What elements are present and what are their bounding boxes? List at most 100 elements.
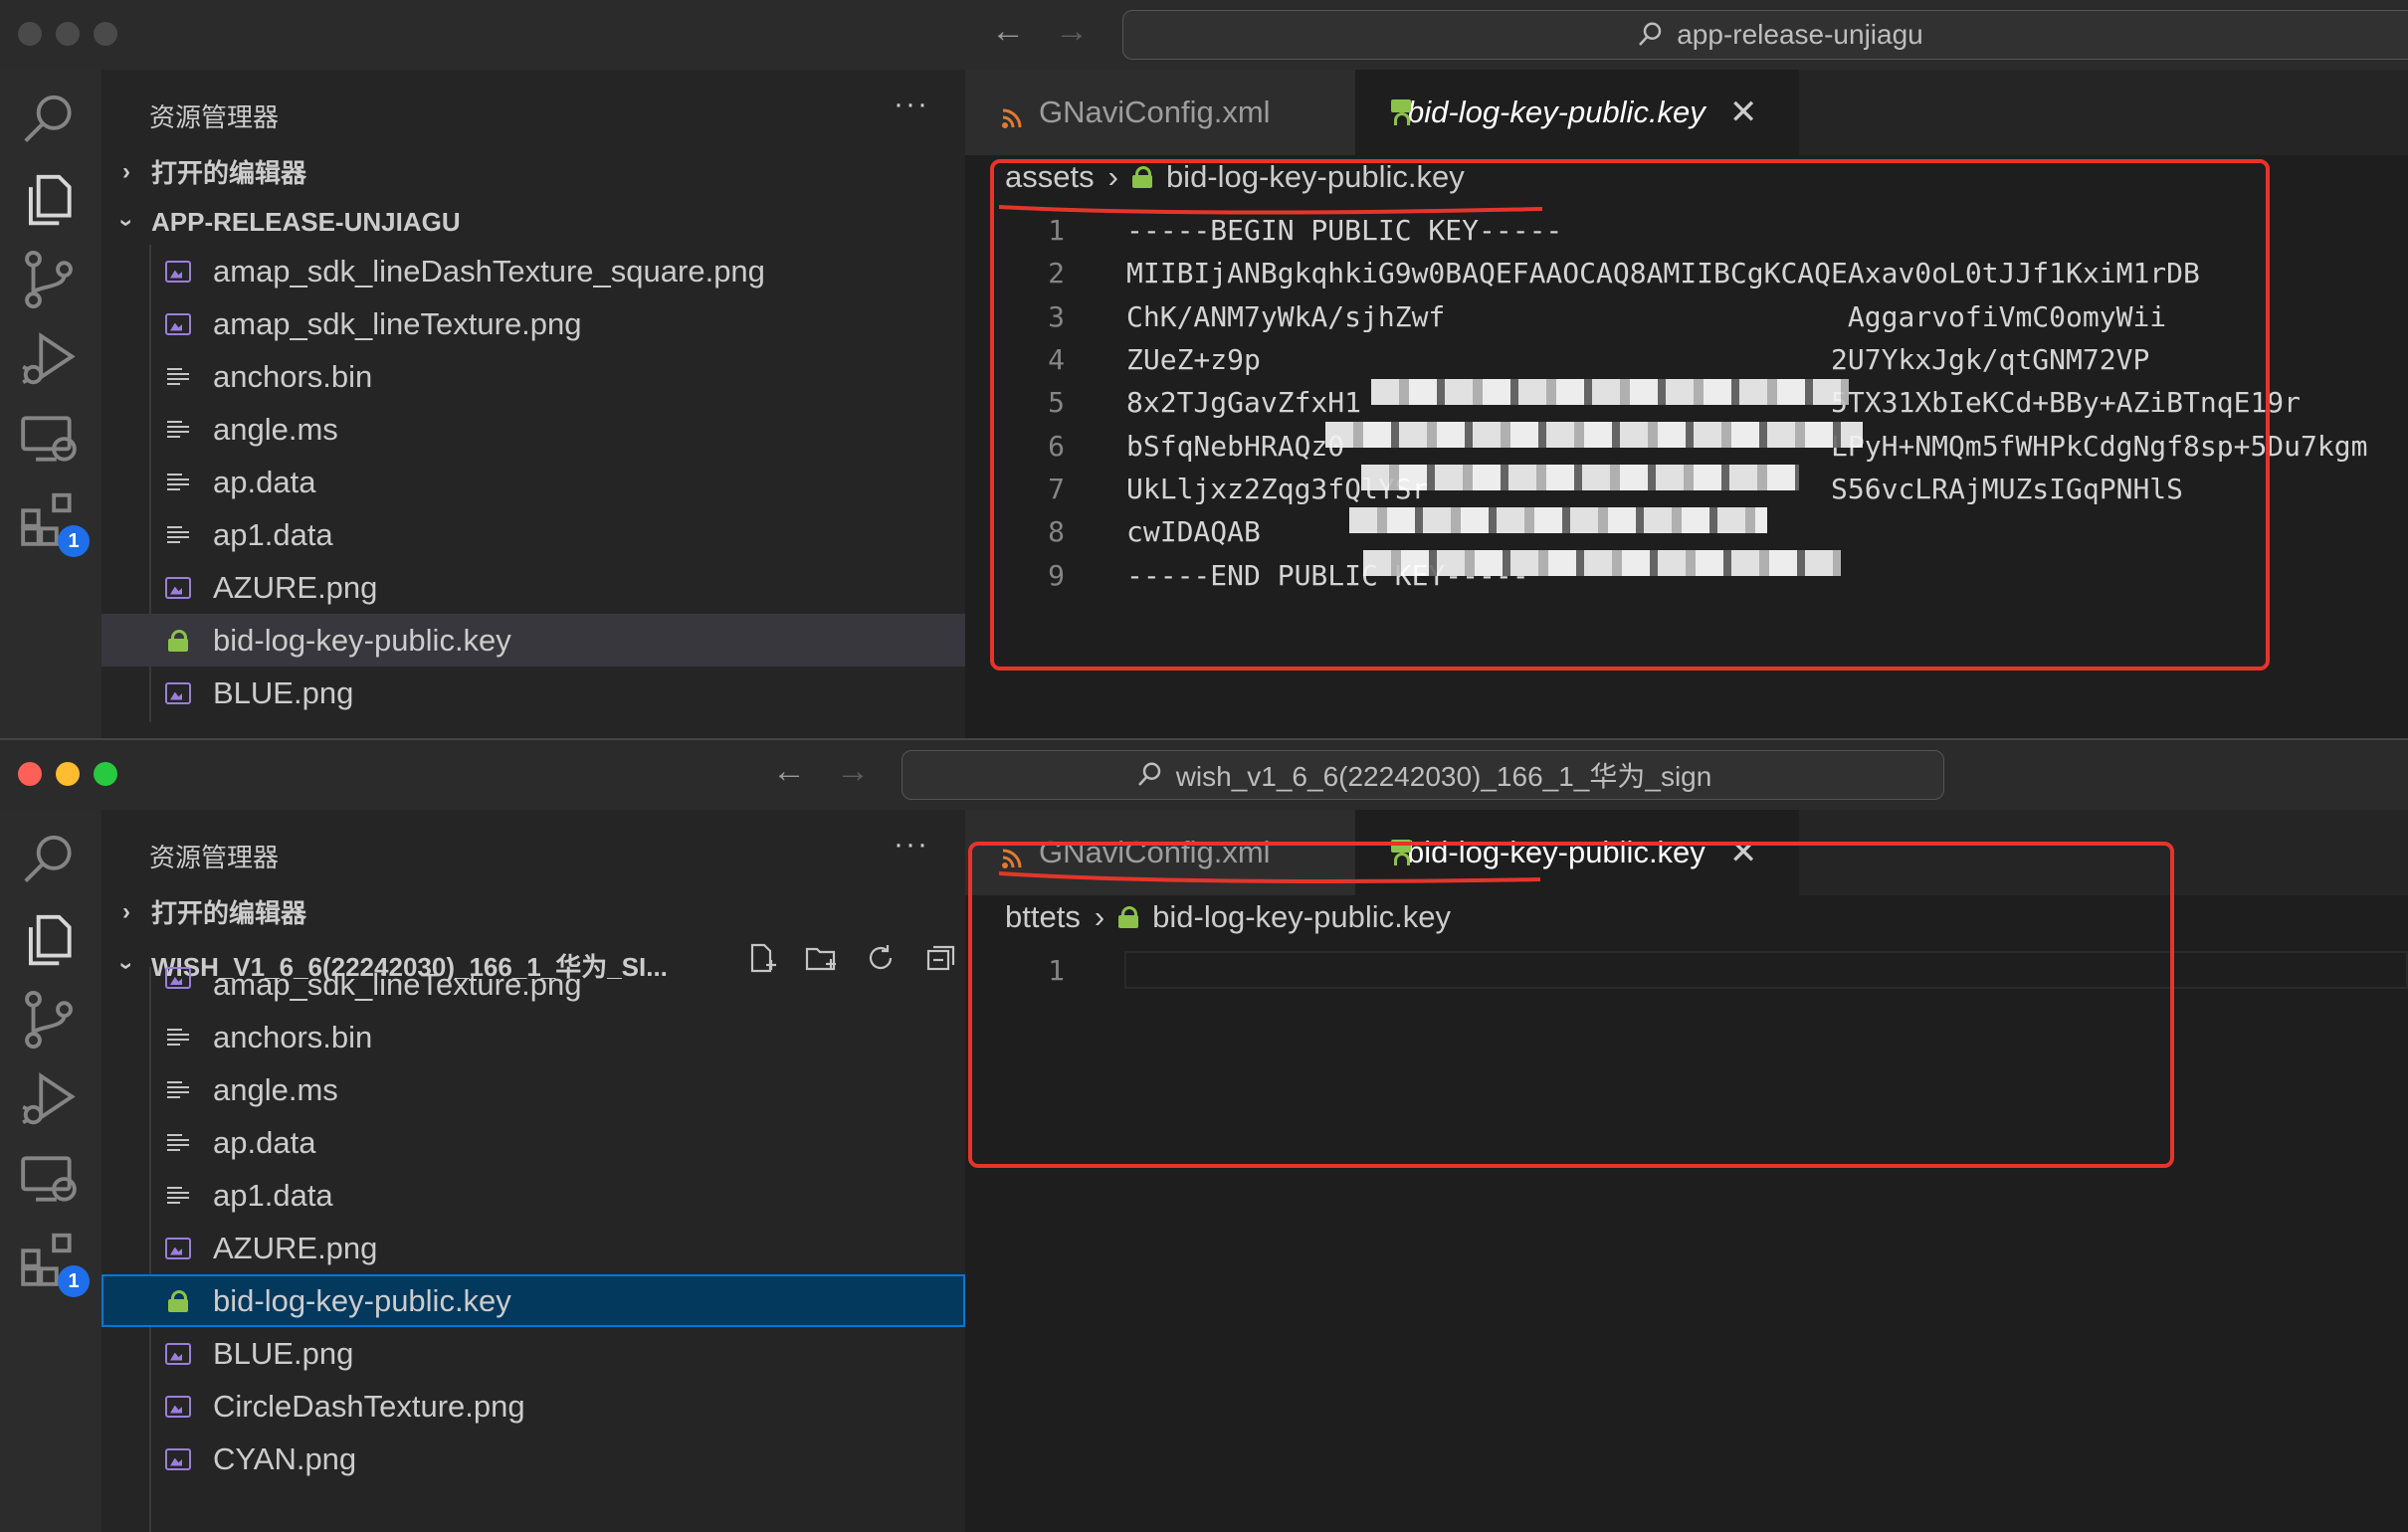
explorer-title: 资源管理器 bbox=[149, 102, 280, 132]
back-arrow-icon[interactable]: ← bbox=[772, 752, 806, 791]
file-name: ap1.data bbox=[213, 516, 333, 552]
source-control-icon[interactable] bbox=[14, 985, 84, 1054]
remote-explorer-icon[interactable] bbox=[14, 404, 84, 474]
close-tab-icon[interactable]: ✕ bbox=[1729, 93, 1758, 132]
bottom-window: ← → wish_v1_6_6(22242030)_166_1_华为_sign … bbox=[0, 738, 2408, 1532]
tree-item[interactable]: BLUE.png bbox=[101, 667, 965, 719]
tree-item[interactable]: CircleDashTexture.png bbox=[101, 1380, 965, 1433]
tab-bid-log-key[interactable]: bid-log-key-public.key ✕ bbox=[1355, 70, 1799, 155]
text-file-icon bbox=[161, 366, 195, 388]
zoom-window-button[interactable] bbox=[94, 762, 117, 786]
window-controls bbox=[18, 762, 117, 786]
source-control-icon[interactable] bbox=[14, 245, 84, 314]
open-editors-section[interactable]: › 打开的编辑器 bbox=[115, 153, 306, 190]
file-name: amap_sdk_lineTexture.png bbox=[213, 305, 582, 341]
tree-item[interactable]: angle.ms bbox=[101, 1063, 965, 1116]
image-file-icon bbox=[161, 312, 195, 335]
remote-explorer-icon[interactable] bbox=[14, 1144, 84, 1214]
file-name: bid-log-key-public.key bbox=[213, 1282, 511, 1318]
extensions-icon[interactable]: 1 bbox=[14, 483, 90, 557]
forward-arrow-icon[interactable]: → bbox=[1055, 12, 1089, 51]
tree-item[interactable]: anchors.bin bbox=[101, 1011, 965, 1063]
tab-label: GNaviConfig.xml bbox=[1039, 95, 1271, 129]
tree-item[interactable]: ap1.data bbox=[101, 508, 965, 561]
tree-item[interactable]: amap_sdk_lineDashTexture_square.png bbox=[101, 245, 965, 297]
activity-bar: 1 bbox=[0, 70, 101, 738]
extensions-badge: 1 bbox=[58, 525, 90, 557]
tree-item[interactable]: amap_sdk_lineTexture.png bbox=[101, 967, 965, 1011]
minimize-window-button[interactable] bbox=[56, 22, 80, 46]
file-name: AZURE.png bbox=[213, 569, 378, 605]
tree-item[interactable]: CYAN.png bbox=[101, 1433, 965, 1485]
open-editors-section[interactable]: › 打开的编辑器 bbox=[115, 893, 306, 930]
command-center[interactable]: app-release-unjiagu bbox=[1122, 10, 2408, 60]
search-icon bbox=[1639, 22, 1662, 46]
titlebar: ← → wish_v1_6_6(22242030)_166_1_华为_sign bbox=[0, 740, 2408, 810]
tree-item[interactable]: ap.data bbox=[101, 456, 965, 508]
annotation-box bbox=[990, 159, 2270, 670]
close-window-button[interactable] bbox=[18, 22, 42, 46]
explorer-title: 资源管理器 bbox=[149, 843, 280, 872]
folder-label: APP-RELEASE-UNJIAGU bbox=[151, 207, 461, 237]
file-tree: amap_sdk_lineTexture.png anchors.bin ang… bbox=[101, 967, 965, 1532]
tree-item[interactable]: AZURE.png bbox=[101, 1222, 965, 1274]
explorer-sidebar: 资源管理器 ··· › 打开的编辑器 › APP-RELEASE-UNJIAGU… bbox=[101, 70, 965, 738]
tree-item[interactable]: anchors.bin bbox=[101, 350, 965, 403]
image-file-icon bbox=[161, 1395, 195, 1418]
image-file-icon bbox=[161, 1342, 195, 1365]
image-file-icon bbox=[161, 1237, 195, 1259]
image-file-icon bbox=[161, 260, 195, 283]
image-file-icon bbox=[161, 576, 195, 599]
annotation-underline bbox=[998, 205, 1543, 215]
tree-item-selected[interactable]: bid-log-key-public.key bbox=[101, 1274, 965, 1327]
explorer-icon[interactable] bbox=[14, 905, 84, 975]
tree-item-selected[interactable]: bid-log-key-public.key bbox=[101, 614, 965, 667]
search-icon[interactable] bbox=[14, 826, 84, 895]
file-name: amap_sdk_lineDashTexture_square.png bbox=[213, 253, 765, 288]
more-actions-icon[interactable]: ··· bbox=[894, 88, 929, 121]
back-arrow-icon[interactable]: ← bbox=[991, 12, 1025, 51]
more-actions-icon[interactable]: ··· bbox=[894, 828, 929, 862]
command-center[interactable]: wish_v1_6_6(22242030)_166_1_华为_sign bbox=[902, 750, 1944, 800]
tree-item[interactable]: ap1.data bbox=[101, 1169, 965, 1222]
forward-arrow-icon[interactable]: → bbox=[836, 752, 870, 791]
activity-bar: 1 bbox=[0, 810, 101, 1532]
search-icon[interactable] bbox=[14, 86, 84, 155]
lock-icon bbox=[161, 629, 195, 652]
tree-item[interactable]: ap.data bbox=[101, 1116, 965, 1169]
file-name: anchors.bin bbox=[213, 358, 373, 394]
zoom-window-button[interactable] bbox=[94, 22, 117, 46]
file-name: bid-log-key-public.key bbox=[213, 622, 511, 658]
image-file-icon bbox=[161, 681, 195, 704]
image-file-icon bbox=[161, 1447, 195, 1470]
run-debug-icon[interactable] bbox=[14, 1064, 84, 1134]
minimize-window-button[interactable] bbox=[56, 762, 80, 786]
open-editors-label: 打开的编辑器 bbox=[151, 158, 307, 188]
text-file-icon bbox=[161, 1185, 195, 1207]
tree-item[interactable]: AZURE.png bbox=[101, 561, 965, 614]
tree-item[interactable]: angle.ms bbox=[101, 403, 965, 456]
explorer-icon[interactable] bbox=[14, 165, 84, 235]
open-editors-label: 打开的编辑器 bbox=[151, 898, 307, 928]
tree-item[interactable]: amap_sdk_lineTexture.png bbox=[101, 297, 965, 350]
rss-icon bbox=[1001, 101, 1023, 128]
image-file-icon bbox=[161, 967, 195, 989]
tab-gnaviconfig[interactable]: GNaviConfig.xml bbox=[965, 70, 1355, 155]
tree-item[interactable]: BLUE.png bbox=[101, 1327, 965, 1380]
tab-label: bid-log-key-public.key bbox=[1407, 95, 1706, 129]
explorer-sidebar: 资源管理器 ··· › 打开的编辑器 › WISH_V1_6_6(2224203… bbox=[101, 810, 965, 1532]
search-icon bbox=[1137, 762, 1160, 786]
folder-section[interactable]: › APP-RELEASE-UNJIAGU bbox=[113, 207, 461, 238]
run-debug-icon[interactable] bbox=[14, 324, 84, 394]
extensions-badge: 1 bbox=[58, 1265, 90, 1297]
file-name: angle.ms bbox=[213, 1071, 338, 1107]
file-name: ap.data bbox=[213, 464, 316, 499]
close-window-button[interactable] bbox=[18, 762, 42, 786]
file-name: CircleDashTexture.png bbox=[213, 1388, 525, 1424]
file-name: amap_sdk_lineTexture.png bbox=[213, 967, 582, 1002]
annotation-underline bbox=[998, 871, 1541, 883]
window-title: app-release-unjiagu bbox=[1677, 19, 1923, 50]
file-name: anchors.bin bbox=[213, 1019, 373, 1054]
chevron-down-icon: › bbox=[113, 218, 140, 227]
extensions-icon[interactable]: 1 bbox=[14, 1224, 90, 1297]
